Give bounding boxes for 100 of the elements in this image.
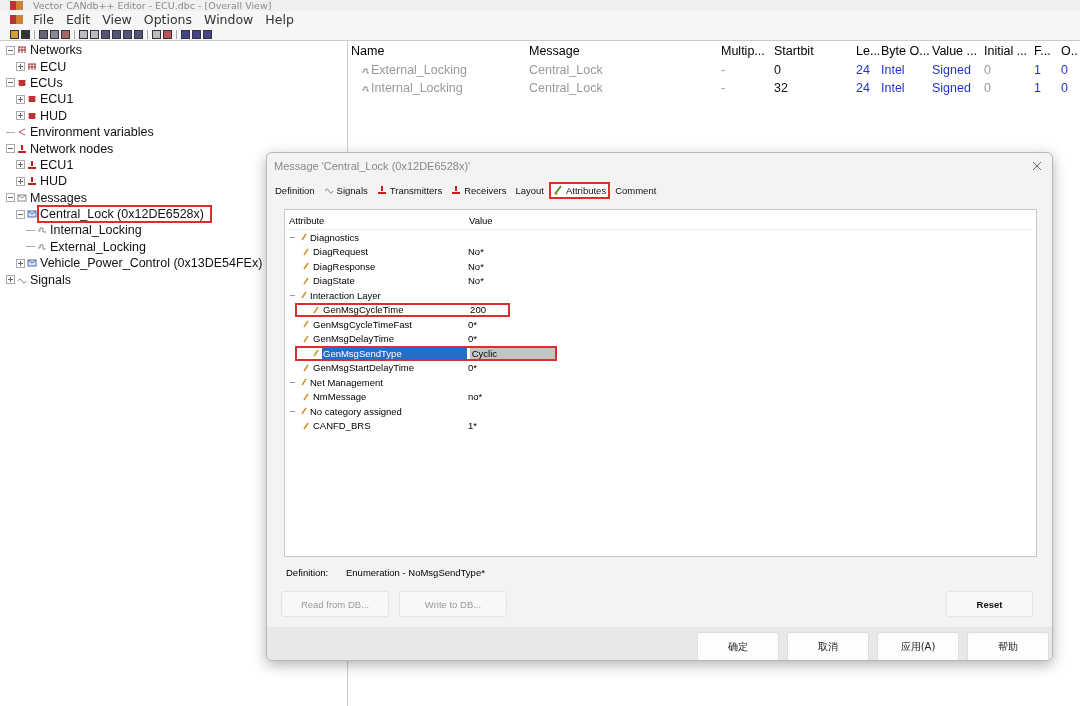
attribute-value[interactable]: 0* (466, 362, 606, 374)
tab[interactable]: Comment (613, 183, 659, 197)
attribute-name[interactable]: GenMsgCycleTimeFast (312, 318, 463, 330)
table-cell: 0 (1061, 81, 1068, 95)
close-icon[interactable] (1032, 161, 1042, 171)
column-header[interactable]: Value ... (932, 44, 984, 58)
attribute-value[interactable]: 1* (466, 420, 606, 432)
attribute-name[interactable]: GenMsgCycleTime (322, 304, 466, 316)
table-cell: Signed (932, 81, 971, 95)
attribute-group[interactable]: No category assigned (310, 405, 402, 417)
button[interactable]: 取消 (787, 632, 869, 660)
table-cell: External_Locking (371, 63, 467, 77)
attribute-name[interactable]: GenMsgSendType (322, 347, 467, 359)
tab[interactable]: Transmitters (374, 183, 445, 197)
tab[interactable]: Signals (321, 183, 370, 197)
column-header[interactable]: Le... (856, 44, 881, 58)
tree-item[interactable]: ECU (39, 59, 68, 74)
table-cell: Intel (881, 81, 905, 95)
env-icon (17, 127, 27, 138)
pencil-icon (301, 391, 309, 402)
menu-item[interactable]: Help (259, 12, 300, 27)
button[interactable]: 帮助 (967, 632, 1049, 660)
tab[interactable]: Definition (273, 183, 317, 197)
attribute-value[interactable]: Cyclic (469, 347, 555, 359)
column-header[interactable]: F... (1034, 44, 1061, 58)
chip-icon (27, 94, 37, 105)
attribute-value[interactable]: No* (466, 246, 606, 258)
attribute-value[interactable]: 200 (468, 304, 508, 316)
table-cell: 32 (774, 81, 788, 95)
tab[interactable]: Attributes (551, 183, 609, 197)
tree-item[interactable]: Central_Lock (0x12DE6528x) (39, 207, 210, 222)
tree-item[interactable]: Networks (29, 43, 84, 58)
column-header[interactable]: Name (351, 44, 529, 58)
attribute-name[interactable]: GenMsgDelayTime (312, 333, 463, 345)
tree-item[interactable]: Internal_Locking (49, 223, 143, 238)
tree-item[interactable]: External_Locking (49, 239, 147, 254)
column-header[interactable]: Byte O... (881, 44, 932, 58)
pencil-icon (301, 275, 309, 286)
table-cell: 0 (984, 63, 991, 77)
attribute-name[interactable]: CANFD_BRS (312, 420, 463, 432)
pencil-icon (553, 185, 563, 195)
tree-item[interactable]: Environment variables (29, 125, 155, 140)
attribute-value[interactable]: 0* (466, 318, 606, 330)
button[interactable]: 应用(A) (877, 632, 959, 660)
attribute-group[interactable]: Diagnostics (310, 231, 360, 243)
column-header[interactable]: Initial ... (984, 44, 1034, 58)
attribute-name[interactable]: DiagResponse (312, 260, 463, 272)
pencil-icon (299, 377, 307, 388)
pencil-icon (301, 420, 309, 431)
column-header[interactable]: Multip... (721, 44, 774, 58)
tab[interactable]: Layout (513, 183, 546, 197)
table-cell: - (721, 63, 726, 77)
menu-item[interactable]: File (27, 12, 60, 27)
attribute-name[interactable]: DiagRequest (312, 246, 463, 258)
tree-item[interactable]: ECUs (29, 75, 64, 90)
node-icon (17, 143, 27, 154)
attribute-name[interactable]: DiagState (312, 275, 463, 287)
envelope-icon (17, 192, 27, 203)
tab[interactable]: Receivers (449, 183, 509, 197)
pencil-icon (301, 362, 309, 373)
tree-item[interactable]: ECU1 (39, 92, 75, 107)
pencil-icon (301, 261, 309, 272)
tree-item[interactable]: Vehicle_Power_Control (0x13DE54FEx) (39, 256, 264, 271)
menu-item[interactable]: Edit (59, 12, 97, 27)
table-cell: - (721, 81, 726, 95)
network-icon (17, 45, 27, 56)
node-icon (451, 185, 462, 195)
attribute-group[interactable]: Net Management (310, 376, 383, 388)
pencil-icon (301, 319, 309, 330)
attribute-value[interactable]: no* (466, 391, 606, 403)
tree-item[interactable]: HUD (39, 174, 69, 189)
menu-item[interactable]: Options (137, 12, 199, 27)
envelope-icon (27, 209, 37, 220)
table-cell: 0 (1061, 63, 1068, 77)
pencil-icon (301, 246, 309, 257)
tree-item[interactable]: Messages (29, 190, 88, 205)
definition-label: Definition: (286, 567, 330, 580)
table-cell: Central_Lock (529, 81, 603, 95)
attribute-group[interactable]: Interaction Layer (310, 289, 381, 301)
attribute-name[interactable]: NmMessage (312, 391, 463, 403)
button[interactable]: 确定 (697, 632, 779, 660)
button[interactable]: Reset (946, 591, 1033, 617)
tree-item[interactable]: ECU1 (39, 157, 75, 172)
column-header[interactable]: O... (1061, 44, 1079, 58)
tree-item[interactable]: HUD (39, 108, 69, 123)
table-cell: Signed (932, 63, 971, 77)
attribute-value[interactable]: No* (466, 260, 606, 272)
attribute-name[interactable]: GenMsgStartDelayTime (312, 362, 463, 374)
envelope-icon (27, 258, 37, 269)
table-cell: 1 (1034, 81, 1041, 95)
attribute-value[interactable]: No* (466, 275, 606, 287)
column-header[interactable]: Message (529, 44, 721, 58)
menu-item[interactable]: View (96, 12, 138, 27)
tree-item[interactable]: Signals (29, 272, 72, 287)
table-cell: Central_Lock (529, 63, 603, 77)
menu-item[interactable]: Window (198, 12, 260, 27)
tree-item[interactable]: Network nodes (29, 141, 115, 156)
table-cell: 24 (856, 63, 870, 77)
column-header[interactable]: Startbit (774, 44, 856, 58)
attribute-value[interactable]: 0* (466, 333, 606, 345)
